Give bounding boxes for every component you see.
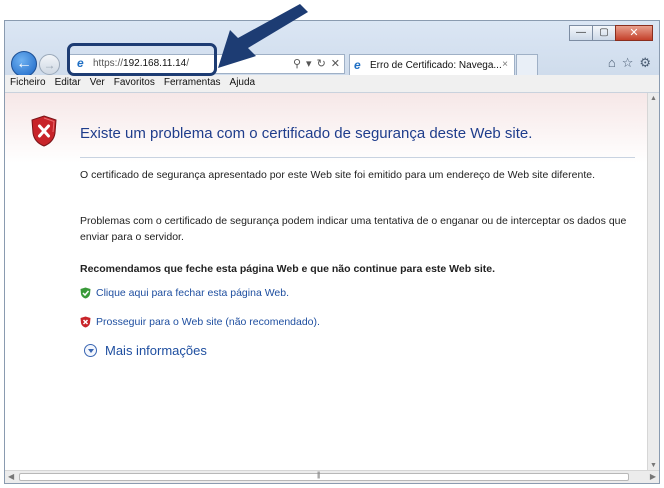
- recommendation-text: Recomendamos que feche esta página Web e…: [80, 263, 496, 275]
- toolbar-icons: ⌂ ☆ ⚙: [608, 55, 651, 71]
- close-page-link-label: Clique aqui para fechar esta página Web.: [96, 287, 290, 299]
- stop-icon[interactable]: ✕: [331, 57, 340, 70]
- shield-error-icon: [31, 115, 57, 147]
- arrow-left-icon: ←: [16, 55, 32, 72]
- grip-icon: |||: [317, 472, 321, 479]
- menu-bar: Ficheiro Editar Ver Favoritos Ferramenta…: [5, 75, 659, 93]
- continue-link[interactable]: Prosseguir para o Web site (não recomend…: [80, 316, 320, 328]
- menu-ver[interactable]: Ver: [85, 75, 109, 92]
- window-controls: — ▢ ✕: [569, 25, 653, 41]
- more-info-label: Mais informações: [105, 343, 207, 358]
- chevron-down-icon: [84, 344, 97, 357]
- browser-window: — ▢ ✕ ← → e https://192.168.11.14/ ⚲ ▾ ↻…: [4, 20, 660, 484]
- back-button[interactable]: ←: [11, 51, 37, 77]
- annotation-arrow-icon: [218, 4, 308, 68]
- arrow-right-icon: →: [43, 57, 56, 72]
- close-page-link[interactable]: Clique aqui para fechar esta página Web.: [80, 287, 289, 299]
- tab-certificate-error[interactable]: e Erro de Certificado: Navega... ×: [349, 54, 515, 76]
- home-icon[interactable]: ⌂: [608, 55, 616, 71]
- maximize-button[interactable]: ▢: [592, 25, 616, 41]
- vertical-scrollbar[interactable]: ▲ ▼: [647, 93, 659, 471]
- divider: [80, 157, 635, 158]
- scroll-left-icon[interactable]: ◀: [8, 472, 14, 481]
- annotation-highlight-box: [67, 43, 217, 76]
- error-title: Existe um problema com o certificado de …: [80, 125, 533, 142]
- gear-icon[interactable]: ⚙: [639, 55, 651, 71]
- menu-editar[interactable]: Editar: [50, 75, 85, 92]
- green-shield-icon: [80, 287, 91, 299]
- horizontal-scroll-thumb[interactable]: |||: [19, 472, 629, 481]
- menu-favoritos[interactable]: Favoritos: [109, 75, 159, 92]
- menu-ferramentas[interactable]: Ferramentas: [159, 75, 225, 92]
- error-page-content: Existe um problema com o certificado de …: [5, 93, 648, 471]
- paragraph-risk: Problemas com o certificado de segurança…: [80, 215, 627, 243]
- close-window-button[interactable]: ✕: [615, 25, 653, 41]
- favorites-icon[interactable]: ☆: [622, 55, 634, 71]
- new-tab-button[interactable]: [516, 54, 538, 76]
- scroll-up-icon[interactable]: ▲: [650, 95, 657, 102]
- horizontal-scrollbar[interactable]: ◀ ||| ▶: [5, 470, 659, 483]
- ie-tab-icon: e: [354, 58, 361, 72]
- tab-title: Erro de Certificado: Navega...: [370, 60, 502, 71]
- minimize-button[interactable]: —: [569, 25, 593, 41]
- more-info-toggle[interactable]: Mais informações: [84, 343, 207, 358]
- scroll-down-icon[interactable]: ▼: [650, 462, 657, 469]
- paragraph-certificate: O certificado de segurança apresentado p…: [80, 169, 595, 181]
- menu-ficheiro[interactable]: Ficheiro: [5, 75, 50, 92]
- menu-ajuda[interactable]: Ajuda: [225, 75, 260, 92]
- red-shield-icon: [80, 316, 91, 328]
- continue-link-label: Prosseguir para o Web site (não recomend…: [96, 316, 320, 328]
- refresh-icon[interactable]: ↻: [317, 57, 326, 70]
- scroll-right-icon[interactable]: ▶: [650, 472, 656, 481]
- tab-close-icon[interactable]: ×: [502, 59, 508, 70]
- forward-button[interactable]: →: [39, 54, 60, 75]
